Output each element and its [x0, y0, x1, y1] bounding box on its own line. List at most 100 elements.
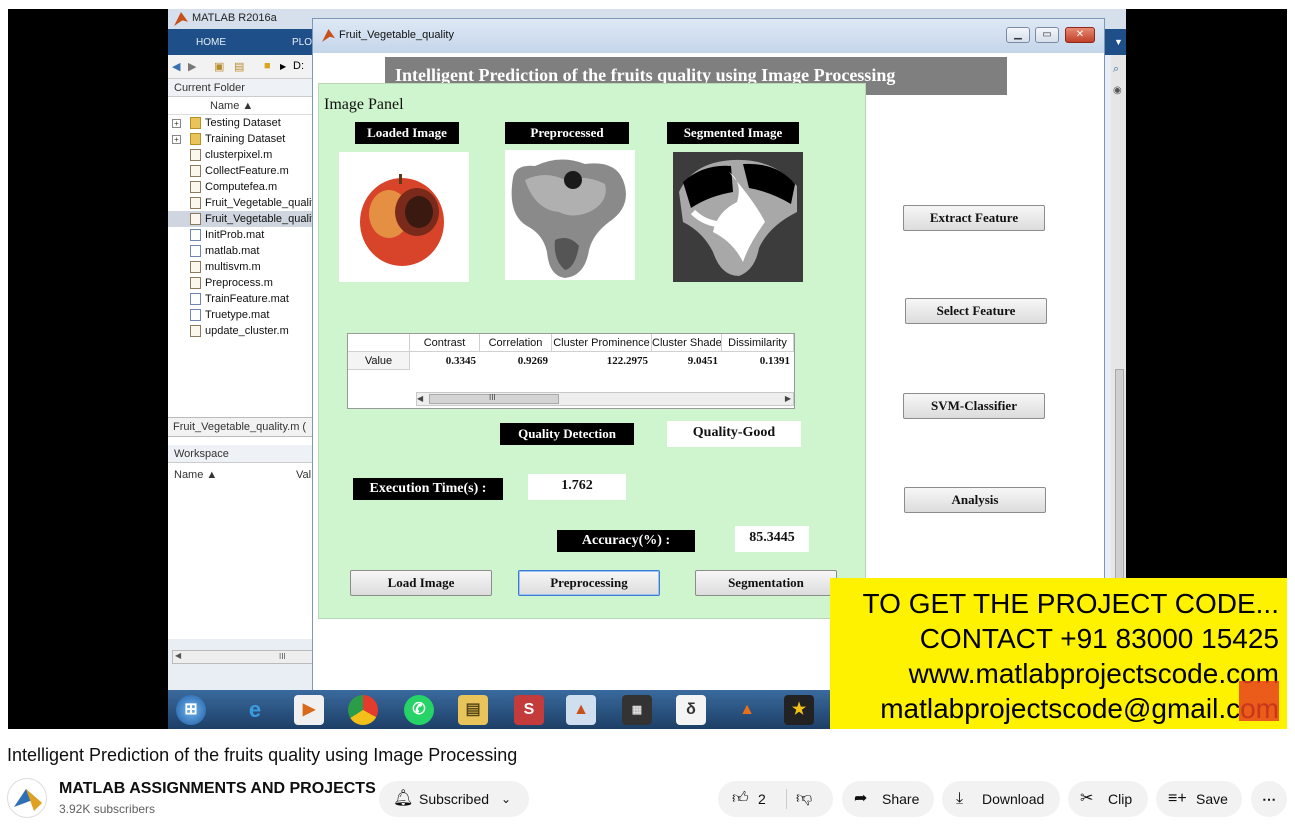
- bell-icon: 🔔︎: [393, 790, 414, 807]
- save-label: Save: [1196, 791, 1228, 807]
- analysis-button[interactable]: Analysis: [904, 487, 1046, 513]
- file-list-item[interactable]: + Training Dataset: [168, 131, 317, 147]
- up-folder-icon[interactable]: ▣: [214, 60, 224, 73]
- file-list-item[interactable]: multisvm.m: [168, 259, 317, 275]
- file-list-item[interactable]: Preprocess.m: [168, 275, 317, 291]
- extract-feature-button[interactable]: Extract Feature: [903, 205, 1045, 231]
- current-folder-label: Current Folder: [168, 79, 317, 97]
- internet-explorer-icon[interactable]: e: [240, 695, 270, 725]
- value-contrast[interactable]: 0.3345: [410, 352, 480, 370]
- m-file-icon: [190, 149, 201, 161]
- promo-line-4: matlabprojectscode@gmail.com: [880, 693, 1279, 724]
- segmented-image-label: Segmented Image: [667, 122, 799, 144]
- preprocessing-button[interactable]: Preprocessing: [518, 570, 660, 596]
- download-button[interactable]: ⤓ Download: [942, 781, 1060, 817]
- video-title: Intelligent Prediction of the fruits qua…: [7, 745, 518, 765]
- channel-avatar[interactable]: [7, 778, 47, 818]
- file-explorer-icon[interactable]: ▤: [458, 695, 488, 725]
- figure-title-bar: Fruit_Vegetable_quality: [313, 19, 1104, 53]
- scroll-left-arrow-icon[interactable]: ◀: [175, 651, 181, 660]
- subscribe-button[interactable]: 🔔︎ Subscribed ⌄: [379, 781, 529, 817]
- value-dissimilarity[interactable]: 0.1391: [722, 352, 794, 370]
- load-image-button[interactable]: Load Image: [350, 570, 492, 596]
- video-player[interactable]: MATLAB R2016a HOME PLOTS ◀ ▶ ▣ ▤ ■ ▶ D: …: [8, 9, 1287, 729]
- clip-button[interactable]: ✂ Clip: [1068, 781, 1148, 817]
- matlab-taskbar-icon-2[interactable]: ▲: [732, 695, 762, 725]
- chip-app-icon[interactable]: ▦: [622, 695, 652, 725]
- ws-name-col[interactable]: Name ▲: [174, 469, 217, 481]
- media-player-icon[interactable]: ▶: [294, 695, 324, 725]
- expand-icon[interactable]: +: [172, 135, 181, 144]
- vertical-scrollbar[interactable]: [1115, 369, 1124, 589]
- mat-file-icon: [190, 293, 201, 305]
- delta-app-icon[interactable]: δ: [676, 695, 706, 725]
- forward-arrow-icon[interactable]: ▶: [188, 60, 196, 73]
- path-root[interactable]: D:: [293, 60, 304, 72]
- download-icon: ⤓: [956, 790, 964, 807]
- file-list-item[interactable]: matlab.mat: [168, 243, 317, 259]
- search-icon[interactable]: ⌕: [1113, 63, 1119, 76]
- feature-table: Contrast Correlation Cluster Prominence …: [347, 333, 795, 409]
- matlab-taskbar-icon[interactable]: ▲: [566, 695, 596, 725]
- folder-icon: ■: [264, 60, 271, 72]
- file-list-item[interactable]: InitProb.mat: [168, 227, 317, 243]
- segmented-image: [673, 152, 803, 282]
- svm-classifier-button[interactable]: SVM-Classifier: [903, 393, 1045, 419]
- share-button[interactable]: ➦ Share: [842, 781, 934, 817]
- file-name: matlab.mat: [205, 245, 260, 257]
- m-file-icon: [190, 325, 201, 337]
- file-list-item[interactable]: clusterpixel.m: [168, 147, 317, 163]
- table-corner: [348, 334, 410, 352]
- file-list-item[interactable]: CollectFeature.m: [168, 163, 317, 179]
- ws-value-col[interactable]: Val: [296, 469, 311, 481]
- file-name: Fruit_Vegetable_quality.m: [205, 213, 317, 225]
- close-button[interactable]: ✕: [1065, 27, 1095, 43]
- minimize-button[interactable]: ▁: [1006, 27, 1030, 43]
- segmentation-button[interactable]: Segmentation: [695, 570, 837, 596]
- name-column-header[interactable]: Name ▲: [168, 97, 317, 115]
- scroll-grip[interactable]: III: [279, 652, 286, 661]
- scroll-left-arrow-icon[interactable]: ◀: [417, 394, 423, 403]
- value-cluster-shade[interactable]: 9.0451: [652, 352, 722, 370]
- file-list-item[interactable]: Truetype.mat: [168, 307, 317, 323]
- panel-menu-icon[interactable]: ◉: [1113, 85, 1122, 96]
- tab-home[interactable]: HOME: [196, 37, 226, 48]
- whatsapp-icon[interactable]: ✆: [404, 695, 434, 725]
- back-arrow-icon[interactable]: ◀: [172, 60, 180, 73]
- ribbon-expand-icon[interactable]: ▼: [1111, 29, 1126, 55]
- clip-label: Clip: [1108, 791, 1133, 807]
- expand-icon[interactable]: +: [172, 119, 181, 128]
- file-list-item[interactable]: TrainFeature.mat: [168, 291, 317, 307]
- file-list-item[interactable]: Fruit_Vegetable_quality.m: [168, 211, 317, 227]
- value-cluster-prominence[interactable]: 122.2975: [552, 352, 652, 370]
- app-s-icon[interactable]: S: [514, 695, 544, 725]
- file-list-item[interactable]: + Testing Dataset: [168, 115, 317, 131]
- col-cluster-prominence: Cluster Prominence: [552, 334, 652, 352]
- start-button-icon[interactable]: ⊞: [176, 695, 206, 725]
- m-file-icon: [190, 261, 201, 273]
- more-actions-icon[interactable]: ⋯: [1251, 781, 1287, 817]
- maximize-button[interactable]: ▭: [1035, 27, 1059, 43]
- like-count[interactable]: 2: [758, 781, 766, 817]
- subscriber-count: 3.92K subscribers: [59, 802, 156, 816]
- browse-folder-icon[interactable]: ▤: [234, 60, 244, 73]
- loaded-image: [339, 152, 469, 282]
- save-button[interactable]: ≡+ Save: [1156, 781, 1242, 817]
- file-name: multisvm.m: [205, 261, 261, 273]
- execution-time-value: 1.762: [528, 474, 626, 500]
- table-scrollbar[interactable]: ◀ III ▶: [416, 392, 794, 406]
- playlist-add-icon: ≡+: [1168, 790, 1187, 807]
- thumbs-up-icon[interactable]: 👍︎: [732, 781, 749, 817]
- file-list-item[interactable]: Computefea.m: [168, 179, 317, 195]
- workspace-scrollbar[interactable]: ◀ III: [172, 650, 314, 664]
- select-feature-button[interactable]: Select Feature: [905, 298, 1047, 324]
- video-editor-icon[interactable]: ★: [784, 695, 814, 725]
- promo-line-2: CONTACT +91 83000 15425: [919, 623, 1279, 654]
- scroll-right-arrow-icon[interactable]: ▶: [785, 394, 791, 403]
- value-correlation[interactable]: 0.9269: [480, 352, 552, 370]
- file-list-item[interactable]: Fruit_Vegetable_quality.fig: [168, 195, 317, 211]
- file-list-item[interactable]: update_cluster.m: [168, 323, 317, 339]
- thumbs-down-icon[interactable]: 👎︎: [796, 781, 812, 817]
- chrome-icon[interactable]: [348, 695, 378, 725]
- channel-name[interactable]: MATLAB ASSIGNMENTS AND PROJECTS: [59, 780, 376, 798]
